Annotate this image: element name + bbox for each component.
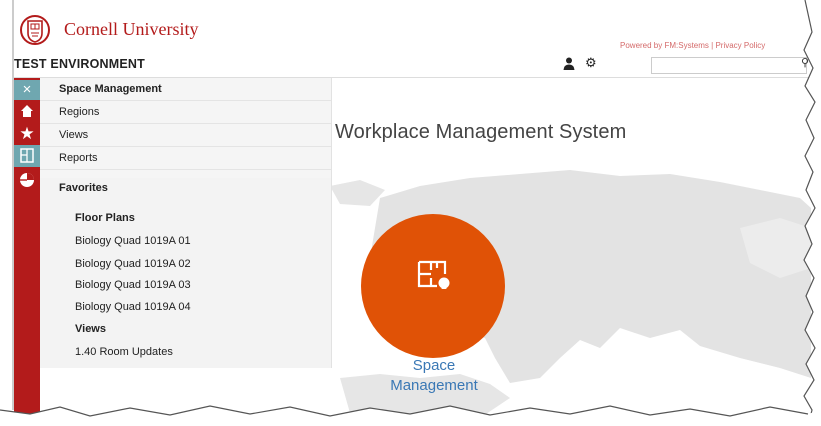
cornell-seal-icon[interactable] bbox=[20, 13, 50, 47]
menu-item-label: Regions bbox=[59, 106, 100, 118]
pie-chart-icon[interactable] bbox=[14, 168, 40, 192]
navigation-menu: Space Management Regions Views Reports F… bbox=[40, 78, 332, 368]
menu-item-regions[interactable]: Regions bbox=[40, 101, 331, 124]
brand-name[interactable]: Cornell University bbox=[64, 19, 198, 40]
floor-plan-icon[interactable] bbox=[14, 145, 40, 167]
menu-item-reports[interactable]: Reports bbox=[40, 147, 331, 170]
favorite-floor-plan[interactable]: Biology Quad 1019A 02 bbox=[75, 258, 191, 270]
space-management-label[interactable]: Space Management bbox=[372, 356, 496, 396]
close-icon[interactable]: × bbox=[14, 80, 40, 100]
home-icon[interactable] bbox=[14, 101, 40, 121]
user-icon[interactable] bbox=[563, 57, 575, 70]
favorites-panel bbox=[40, 178, 331, 368]
space-management-icon bbox=[417, 260, 450, 289]
menu-item-space-management[interactable]: Space Management bbox=[40, 78, 331, 101]
search-icon[interactable]: ⚲ bbox=[801, 56, 809, 69]
favorite-floor-plan[interactable]: Biology Quad 1019A 04 bbox=[75, 301, 191, 313]
favorite-view[interactable]: 1.40 Room Updates bbox=[75, 346, 173, 358]
menu-item-label: Views bbox=[59, 129, 89, 141]
views-heading: Views bbox=[75, 323, 106, 335]
floor-plans-heading: Floor Plans bbox=[75, 212, 135, 224]
powered-by-link[interactable]: Powered by FM:Systems | Privacy Policy bbox=[620, 41, 765, 50]
favorites-title: Favorites bbox=[59, 182, 108, 194]
page-title: ated Workplace Management System bbox=[290, 121, 627, 143]
star-icon[interactable]: ★ bbox=[14, 124, 40, 144]
favorite-floor-plan[interactable]: Biology Quad 1019A 01 bbox=[75, 235, 191, 247]
menu-item-label: Reports bbox=[59, 152, 98, 164]
menu-item-label: Space Management bbox=[59, 83, 162, 95]
favorite-floor-plan[interactable]: Biology Quad 1019A 03 bbox=[75, 279, 191, 291]
space-management-label-line1: Space bbox=[412, 357, 456, 374]
space-management-label-line2: Management bbox=[390, 377, 478, 394]
environment-title: TEST ENVIRONMENT bbox=[14, 57, 145, 71]
search-input[interactable] bbox=[651, 57, 807, 74]
menu-item-views[interactable]: Views bbox=[40, 124, 331, 147]
gear-icon[interactable]: ⚙ bbox=[585, 56, 597, 69]
